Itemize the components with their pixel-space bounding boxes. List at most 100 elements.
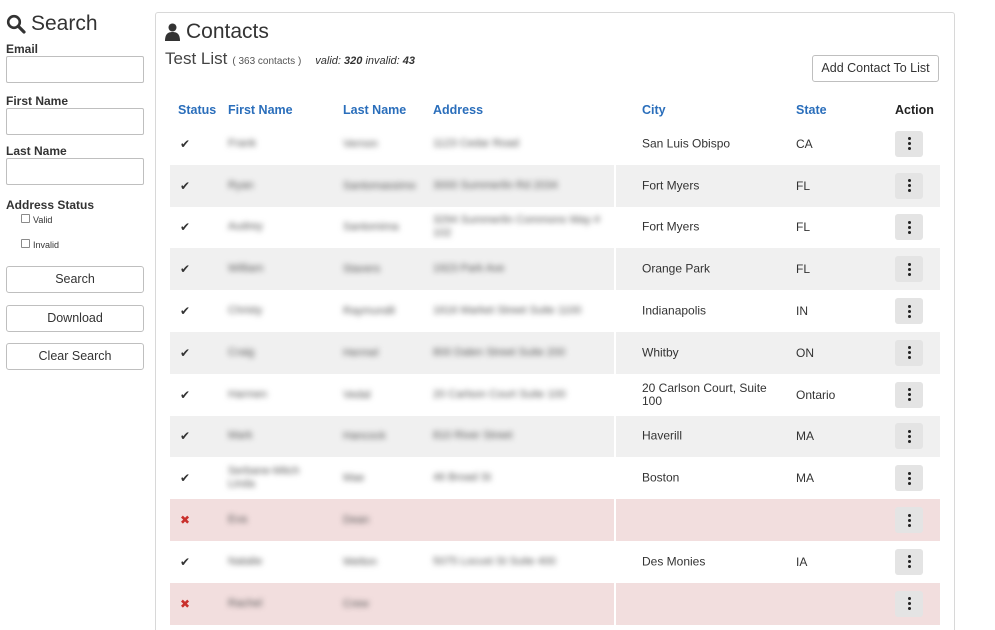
kebab-dot	[907, 220, 911, 224]
address-cell: 5075 Locust St Suite 400	[433, 555, 556, 568]
status-icon: ✔	[180, 262, 191, 277]
valid-checkbox-row[interactable]: Valid	[21, 214, 144, 226]
kebab-dot	[907, 346, 911, 350]
row-actions-button[interactable]	[895, 423, 923, 450]
state-cell: MA	[796, 471, 814, 486]
kebab-dot	[907, 189, 911, 193]
row-actions-button[interactable]	[895, 256, 923, 283]
kebab-dot	[907, 518, 911, 522]
city-cell: Fort Myers	[642, 178, 700, 193]
clear-search-button[interactable]: Clear Search	[6, 343, 144, 370]
column-last-name[interactable]: Last Name	[343, 103, 406, 117]
last-name-cell: Vedal	[343, 388, 371, 401]
state-cell: FL	[796, 178, 811, 193]
invalid-checkbox-row[interactable]: Invalid	[21, 239, 144, 251]
status-icon: ✔	[180, 345, 191, 360]
row-actions-button[interactable]	[895, 465, 923, 492]
column-divider	[614, 248, 616, 291]
column-divider	[614, 206, 616, 249]
table-row: ✔ Mark Hancock 810 River Street Haverill MA	[170, 415, 940, 458]
column-status[interactable]: Status	[178, 103, 216, 117]
table-header: Status First Name Last Name Address City…	[170, 98, 940, 123]
kebab-dot	[907, 560, 911, 564]
kebab-dot	[907, 439, 911, 443]
row-actions-button[interactable]	[895, 298, 923, 325]
state-cell: MA	[796, 429, 814, 444]
status-icon: ✔	[180, 429, 191, 444]
kebab-dot	[907, 147, 911, 151]
add-contact-button[interactable]: Add Contact To List	[812, 55, 939, 82]
valid-checkbox[interactable]	[21, 214, 30, 223]
status-icon: ✔	[180, 220, 191, 235]
row-actions-button[interactable]	[895, 339, 923, 366]
first-name-field[interactable]	[6, 108, 144, 135]
invalid-checkbox-label: Invalid	[33, 240, 60, 250]
search-button[interactable]: Search	[6, 266, 144, 293]
first-name-cell: Christy	[228, 304, 263, 317]
search-title: Search	[31, 12, 98, 35]
kebab-dot	[907, 607, 911, 611]
invalid-checkbox[interactable]	[21, 239, 30, 248]
table-row: ✔ Frank Vernon 1123 Cedar Road San Luis Obis…	[170, 123, 940, 165]
address-cell: 20 Carlson Court Suite 100	[433, 388, 566, 401]
column-divider	[614, 373, 616, 416]
status-icon: ✖	[180, 596, 191, 611]
table-row: ✖ Eva Dean	[170, 499, 940, 541]
row-actions-button[interactable]	[895, 381, 923, 408]
column-city[interactable]: City	[642, 103, 666, 117]
table-body: ✔ Frank Vernon 1123 Cedar Road San Luis Obis…	[170, 123, 940, 625]
download-button[interactable]: Download	[6, 305, 144, 332]
column-state[interactable]: State	[796, 103, 827, 117]
table-row: ✔ Harmen Vedal 20 Carlson Court Suite 100 20…	[170, 373, 940, 416]
row-actions-button[interactable]	[895, 214, 923, 241]
kebab-dot	[907, 356, 911, 360]
row-actions-button[interactable]	[895, 172, 923, 199]
table-row: ✔ Christy Raymundil 1616 Market Street Suit…	[170, 290, 940, 332]
search-sidebar: Search Email First Name Last Name Addres…	[6, 10, 144, 370]
kebab-dot	[907, 434, 911, 438]
kebab-dot	[907, 523, 911, 527]
city-cell: 20 Carlson Court, Suite 100	[642, 380, 767, 408]
status-icon: ✔	[180, 387, 191, 402]
table-row: ✔ Audrey Santomima 3294 Summerlin Commons W…	[170, 206, 940, 249]
last-name-field[interactable]	[6, 158, 144, 185]
column-address[interactable]: Address	[433, 103, 483, 117]
status-icon: ✖	[180, 513, 191, 528]
city-cell: San Luis Obispo	[642, 136, 731, 151]
address-cell: 3294 Summerlin Commons Way #102	[433, 214, 601, 240]
address-cell: 800 Dalen Street Suite 200	[433, 346, 566, 359]
first-name-cell: Craig	[228, 346, 255, 359]
state-cell: CA	[796, 136, 813, 151]
kebab-dot	[907, 555, 911, 559]
invalid-count: 43	[402, 55, 416, 67]
kebab-dot	[907, 351, 911, 355]
row-actions-button[interactable]	[895, 130, 923, 157]
kebab-dot	[907, 304, 911, 308]
row-actions-button[interactable]	[895, 548, 923, 575]
column-first-name[interactable]: First Name	[228, 103, 293, 117]
first-name-cell: Natalie	[228, 555, 263, 568]
address-cell: 1923 Park Ave	[433, 262, 505, 275]
row-actions-button[interactable]	[895, 507, 923, 534]
first-name-cell: Frank	[228, 137, 257, 150]
kebab-dot	[907, 597, 911, 601]
table-row: ✔ Ryan Santomassimo 3000 Summerlin Rd 2034 F…	[170, 164, 940, 207]
state-cell: Ontario	[796, 387, 836, 402]
city-cell: Orange Park	[642, 261, 711, 276]
contacts-panel: Contacts Test List ( 363 contacts ) vali…	[155, 12, 955, 630]
column-divider	[614, 331, 616, 374]
state-cell: FL	[796, 262, 811, 277]
valid-checkbox-label: Valid	[33, 215, 53, 225]
row-actions-button[interactable]	[895, 590, 923, 617]
invalid-label: invalid:	[365, 55, 400, 67]
table-row: ✔ William Stavers 1923 Park Ave Orange Park F…	[170, 248, 940, 291]
email-field[interactable]	[6, 56, 144, 83]
page-title: Contacts	[186, 20, 269, 43]
last-name-cell: Santomima	[343, 221, 399, 234]
last-name-cell: Raymundil	[343, 305, 395, 318]
address-cell: 1123 Cedar Road	[433, 137, 520, 150]
search-heading: Search	[6, 10, 144, 38]
contact-count: ( 363 contacts )	[232, 56, 302, 67]
last-name-cell: Vernon	[343, 137, 378, 150]
contacts-heading: Contacts	[165, 20, 269, 44]
